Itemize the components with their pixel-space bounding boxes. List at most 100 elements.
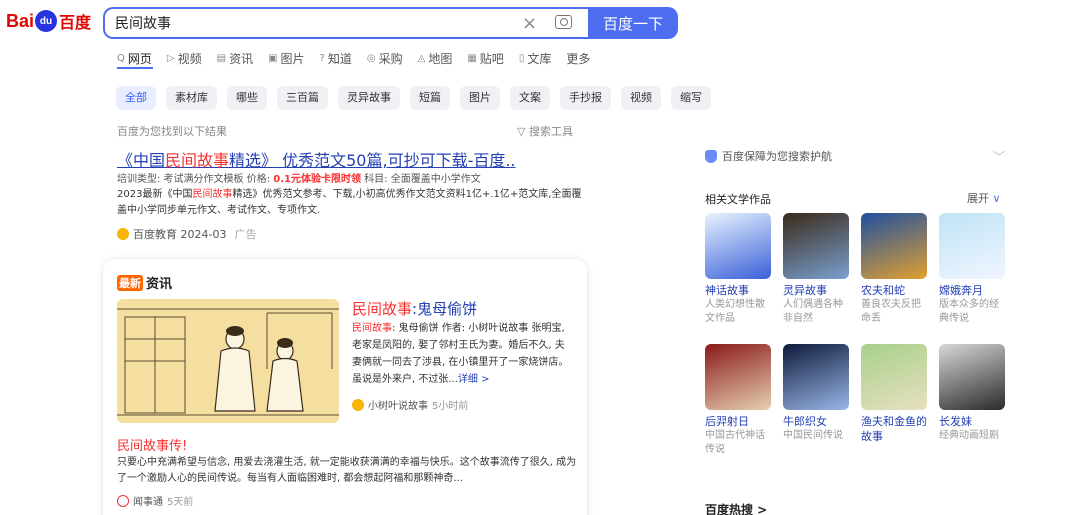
related-work-item[interactable]: 牛郎织女 中国民间传说 [783, 344, 851, 443]
baidu-education-icon [117, 228, 129, 240]
news-title[interactable]: 民间故事:鬼母偷饼 [352, 298, 477, 319]
work-name: 后羿射日 [705, 415, 749, 428]
baidu-logo[interactable]: Bai du 百度 [6, 6, 91, 36]
filter-chip[interactable]: 灵异故事 [338, 86, 400, 110]
work-desc: 人们偶遇各种非自然 [783, 299, 843, 324]
baidu-hot-search-title[interactable]: 百度热搜 > [705, 501, 767, 515]
work-name: 渔夫和金鱼的故事 [861, 415, 927, 443]
news-source[interactable]: 小树叶说故事 5小时前 [352, 397, 468, 412]
related-work-item[interactable]: 渔夫和金鱼的故事 [861, 344, 929, 444]
filter-chip[interactable]: 三百篇 [277, 86, 328, 110]
filter-chip[interactable]: 手抄报 [560, 86, 611, 110]
expand-button[interactable]: 展开 ∨ [967, 190, 1001, 206]
work-thumbnail [783, 213, 849, 279]
news-image[interactable] [117, 299, 339, 423]
news-time: 5小时前 [432, 401, 469, 412]
tab-8[interactable]: ▯ 文库 [519, 50, 552, 67]
filter-icon: ▽ [517, 125, 529, 138]
work-desc: 经典动画短剧 [939, 430, 999, 441]
filter-chip[interactable]: 缩写 [671, 86, 711, 110]
shield-icon [705, 149, 717, 163]
news2-title[interactable]: 民间故事传! [117, 435, 187, 454]
news2-description: 只要心中充满希望与信念, 用爱去浇灌生活, 就一定能收获满满的幸福与快乐。这个故… [117, 457, 577, 484]
search-input[interactable] [105, 9, 485, 37]
chevron-down-icon[interactable]: ﹀ [993, 148, 1005, 165]
ad-meta-post: 科目: 全面覆盖中小学作文 [361, 174, 481, 185]
search-protection-banner[interactable]: 百度保障为您搜索护航 ﹀ [705, 148, 1005, 164]
related-work-item[interactable]: 后羿射日中国古代神话传说 [705, 344, 773, 457]
ad-title-pre: 《中国 [117, 151, 166, 170]
related-work-item[interactable]: 长发妹 经典动画短剧 [939, 344, 1007, 443]
filter-chip[interactable]: 短篇 [410, 86, 450, 110]
filter-chip[interactable]: 文案 [510, 86, 550, 110]
video-icon: ▷ [166, 53, 175, 64]
latest-badge: 最新 [117, 274, 143, 291]
tab-0[interactable]: Q 网页 [117, 50, 152, 67]
work-name: 嫦娥奔月 [939, 284, 983, 297]
question-icon: ? [319, 53, 325, 64]
source-avatar-icon [352, 398, 364, 411]
tab-label: 资讯 [229, 52, 254, 66]
ad-price: 0.1元体验卡限时领 [273, 174, 361, 185]
logo-cn-text: 百度 [59, 15, 92, 32]
tab-label: 更多 [566, 52, 591, 66]
ad-label: 广告 [234, 228, 257, 241]
work-desc: 中国古代神话传说 [705, 430, 765, 455]
chevron-down-icon: ∨ [992, 192, 1001, 205]
ad-title-post: 精选》 优秀范文50篇,可抄可下载-百度.. [229, 151, 516, 170]
filter-chip[interactable]: 视频 [621, 86, 661, 110]
filter-chips: 全部 素材库 哪些 三百篇 灵异故事 短篇 图片 文案 手抄报 视频 缩写 [116, 86, 711, 110]
tab-1[interactable]: ▷ 视频 [167, 50, 202, 67]
news2-source[interactable]: 闻事通 5天前 [117, 493, 193, 508]
tab-label: 网页 [127, 52, 152, 66]
library-icon: ▯ [518, 53, 525, 64]
search-button[interactable]: 百度一下 [588, 7, 678, 39]
tab-4[interactable]: ? 知道 [320, 50, 352, 67]
filter-chip[interactable]: 全部 [116, 86, 156, 110]
news-desc-highlight: 民间故事 [352, 323, 392, 334]
related-work-item[interactable]: 农夫和蛇善良农夫反把命丢 [861, 213, 929, 326]
work-thumbnail [861, 213, 927, 279]
tab-label: 地图 [428, 52, 453, 66]
tab-label: 视频 [177, 52, 202, 66]
work-name: 灵异故事 [783, 284, 827, 297]
tab-5[interactable]: ◎ 采购 [367, 50, 403, 67]
news-more-link[interactable]: 详细 > [458, 374, 490, 385]
tab-2[interactable]: ▤ 资讯 [217, 50, 253, 67]
ad-result-title[interactable]: 《中国民间故事精选》 优秀范文50篇,可抄可下载-百度.. [117, 147, 516, 171]
work-desc: 善良农夫反把命丢 [861, 299, 921, 324]
tab-9[interactable]: 更多 [566, 50, 590, 67]
tab-7[interactable]: ▦ 贴吧 [467, 50, 503, 67]
search-tools-button[interactable]: ▽ 搜索工具 [517, 123, 573, 139]
purchase-icon: ◎ [366, 53, 376, 64]
related-work-item[interactable]: 灵异故事人们偶遇各种非自然 [783, 213, 851, 326]
filter-chip[interactable]: 哪些 [227, 86, 267, 110]
ad-meta: 培训类型: 考试满分作文模板 价格: 0.1元体验卡限时领 科目: 全面覆盖中小… [117, 170, 481, 185]
ad-description: 2023最新《中国民间故事精选》优秀范文参考、下载,小初高优秀作文范文资料1亿+… [117, 187, 585, 219]
map-icon: ◬ [417, 53, 426, 64]
ad-title-highlight: 民间故事 [165, 151, 230, 170]
paw-icon: du [35, 10, 58, 32]
work-thumbnail [939, 344, 1005, 410]
tab-3[interactable]: ▣ 图片 [268, 50, 304, 67]
ad-meta-pre: 培训类型: 考试满分作文模板 价格: [117, 174, 274, 185]
news2-time: 5天前 [167, 497, 194, 508]
related-work-item[interactable]: 嫦娥奔月 版本众多的经典传说 [939, 213, 1007, 326]
news-illustration [117, 299, 339, 423]
related-work-item[interactable]: 神话故事 人类幻想性散文作品 [705, 213, 773, 326]
work-thumbnail [939, 213, 1005, 279]
expand-label: 展开 [967, 192, 989, 205]
filter-chip[interactable]: 素材库 [166, 86, 217, 110]
clear-icon[interactable]: × [522, 13, 537, 34]
ad-source[interactable]: 百度教育 2024-03 广告 [117, 226, 256, 242]
tab-label: 采购 [378, 52, 403, 66]
ad-desc-pre: 2023最新《中国 [117, 189, 193, 200]
filter-chip[interactable]: 图片 [460, 86, 500, 110]
tab-label: 图片 [280, 52, 305, 66]
camera-icon[interactable] [555, 15, 572, 29]
news-icon: ▤ [216, 53, 227, 64]
tab-label: 知道 [327, 52, 352, 66]
work-name: 农夫和蛇 [861, 284, 905, 297]
tab-6[interactable]: ◬ 地图 [418, 50, 453, 67]
search-results-page: Bai du 百度 × 百度一下 Q网页▷视频▤资讯▣图片?知道◎采购◬地图▦贴… [0, 0, 1080, 515]
